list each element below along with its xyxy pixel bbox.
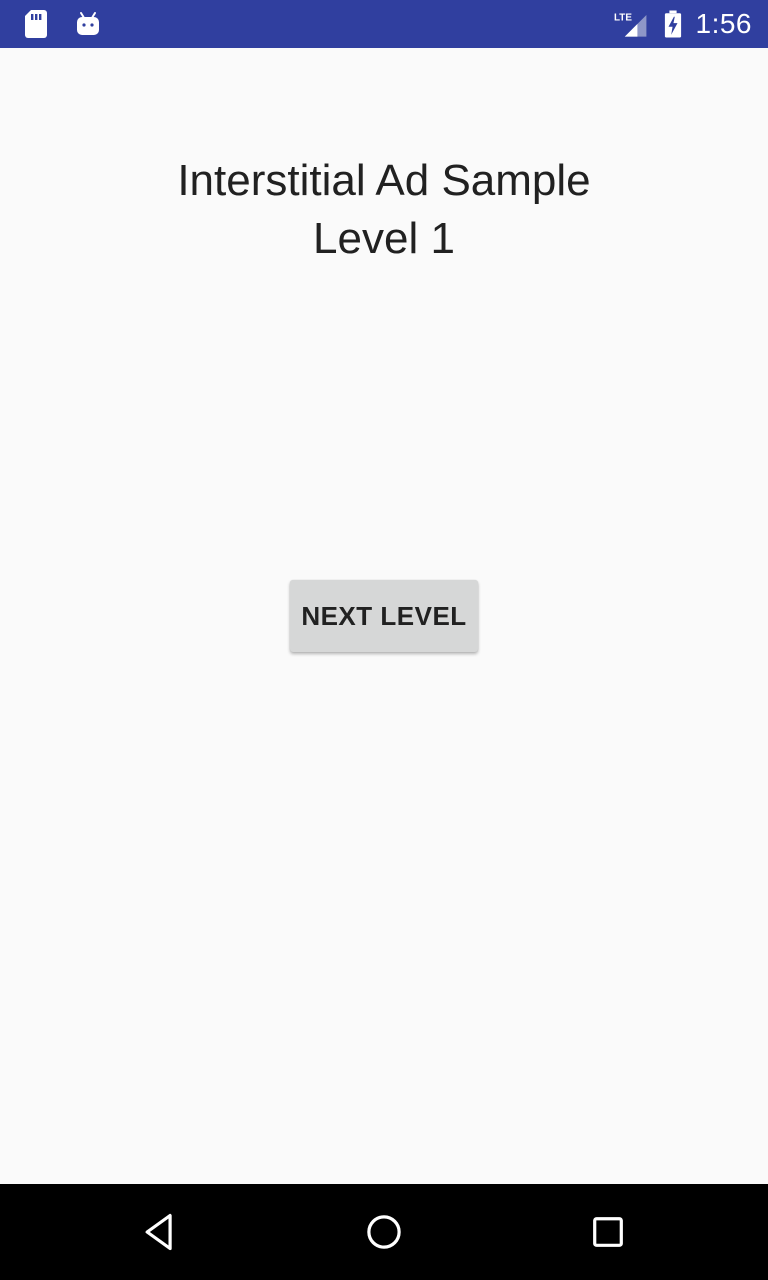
status-notifications — [22, 8, 102, 40]
back-icon — [145, 1213, 172, 1251]
battery-charging-icon — [664, 10, 681, 38]
recents-button[interactable] — [584, 1208, 632, 1256]
android-debug-icon — [77, 12, 99, 35]
next-level-button[interactable]: NEXT LEVEL — [290, 580, 478, 652]
home-icon — [367, 1215, 401, 1249]
recents-icon — [593, 1217, 623, 1247]
status-bar: LTE 1:56 — [0, 0, 768, 48]
page-title: Interstitial Ad Sample Level 1 — [0, 152, 768, 268]
back-button[interactable] — [136, 1208, 184, 1256]
main-content: Interstitial Ad Sample Level 1 NEXT LEVE… — [0, 48, 768, 1184]
lte-signal-icon: LTE — [614, 12, 646, 37]
status-clock: 1:56 — [695, 8, 752, 39]
title-line-sample: Interstitial Ad Sample — [177, 156, 591, 205]
title-line-level: Level 1 — [313, 214, 455, 263]
sd-card-icon — [25, 10, 47, 38]
status-system-icons: LTE 1:56 — [614, 0, 753, 48]
home-button[interactable] — [360, 1208, 408, 1256]
svg-text:LTE: LTE — [614, 12, 632, 23]
navigation-bar — [0, 1184, 768, 1280]
app-screen: LTE 1:56 Interstitial Ad Sample Level 1 … — [0, 0, 768, 1280]
